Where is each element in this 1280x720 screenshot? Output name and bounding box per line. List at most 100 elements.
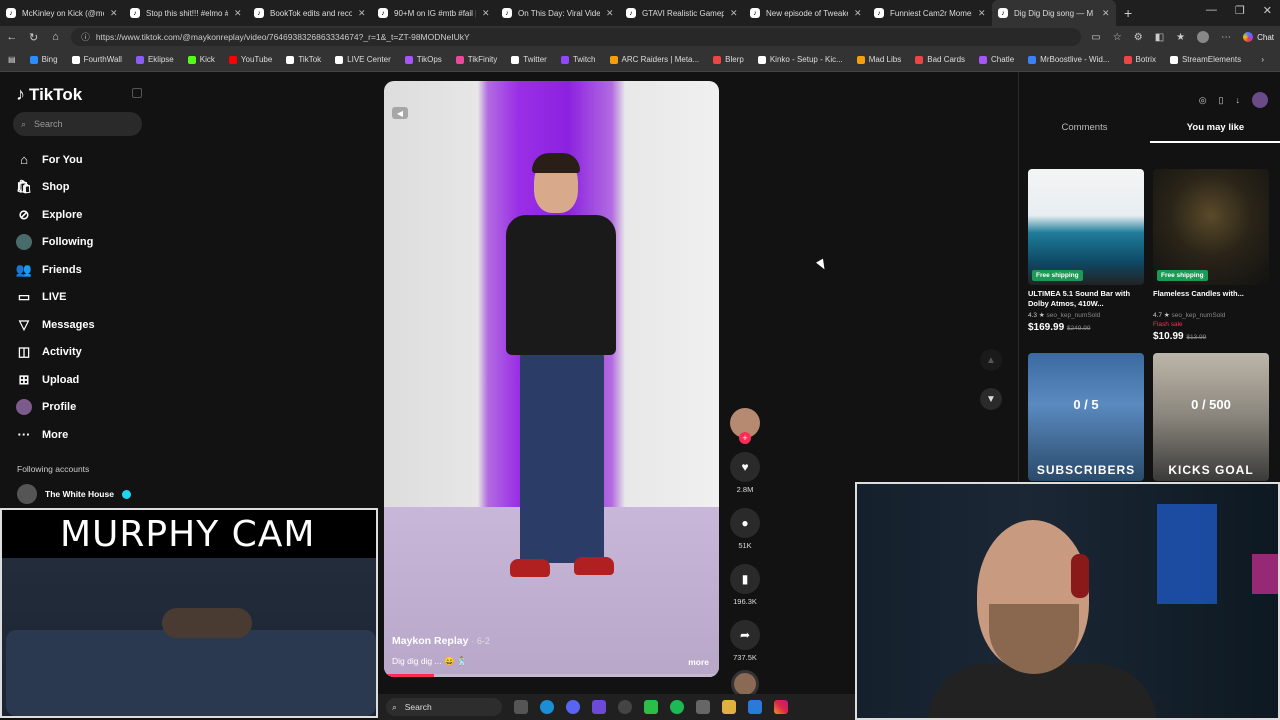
minimize-icon[interactable]: —	[1206, 4, 1217, 17]
bookmark-item[interactable]: Bing	[29, 55, 58, 64]
save-action[interactable]: ▮ 196.3K	[728, 564, 762, 606]
product-card[interactable]: Free shipping Flameless Candles with... …	[1153, 169, 1269, 342]
extensions-icon[interactable]: ⚙	[1134, 32, 1143, 43]
close-tab-icon[interactable]: ✕	[854, 8, 862, 19]
bookmark-item[interactable]: Botrix	[1123, 55, 1156, 64]
search-input[interactable]: ⌕ Search	[13, 112, 142, 136]
collections-icon[interactable]: ◧	[1155, 32, 1164, 43]
video-thumbnail[interactable]: 0 / 500 KICKS GOAL	[1153, 353, 1269, 481]
split-view-icon[interactable]: ▭	[1091, 32, 1100, 43]
browser-tab[interactable]: ♪ On This Day: Viral Video Ac ✕	[496, 0, 620, 26]
sidebar-item-profile[interactable]: Profile	[16, 394, 95, 422]
coin-icon[interactable]: ◎	[1199, 95, 1207, 106]
bookmark-item[interactable]: StreamElements	[1169, 55, 1241, 64]
file-explorer-icon[interactable]	[722, 700, 736, 714]
sidebar-item-live[interactable]: ▭ LIVE	[16, 284, 95, 312]
close-tab-icon[interactable]: ✕	[358, 8, 366, 19]
green-app-icon[interactable]	[644, 700, 658, 714]
browser-tab[interactable]: ♪ Funniest Cam2r Moments ✕	[868, 0, 992, 26]
menu-icon[interactable]: ⋯	[1221, 32, 1231, 43]
share-action[interactable]: ➦ 737.5K	[728, 620, 762, 662]
notepad-icon[interactable]	[748, 700, 762, 714]
video-more-link[interactable]: more	[688, 657, 709, 667]
device-icon[interactable]: ▯	[1219, 95, 1224, 106]
instagram-icon[interactable]	[774, 700, 788, 714]
close-tab-icon[interactable]: ✕	[482, 8, 490, 19]
bookmark-item[interactable]: TikOps	[404, 55, 442, 64]
bookmark-item[interactable]: Eklipse	[135, 55, 174, 64]
tab-comments[interactable]: Comments	[1019, 122, 1150, 143]
settings-icon[interactable]	[696, 700, 710, 714]
back-icon[interactable]: ←	[6, 31, 18, 43]
bookmark-item[interactable]: Kinko - Setup - Kic...	[757, 55, 843, 64]
bookmark-item[interactable]: Bad Cards	[915, 55, 965, 64]
video-thumbnail[interactable]: 0 / 5 SUBSCRIBERS	[1028, 353, 1144, 481]
video-author[interactable]: Maykon Replay · 6-2	[392, 635, 490, 647]
sidebar-item-following[interactable]: Following	[16, 229, 95, 257]
restore-icon[interactable]: ❐	[1235, 4, 1245, 17]
browser-tab[interactable]: ♪ BookTok edits and recomm ✕	[248, 0, 372, 26]
video-progress-bar[interactable]	[384, 674, 719, 677]
bookmark-item[interactable]: FourthWall	[71, 55, 122, 64]
bookmark-item[interactable]: Blerp	[713, 55, 744, 64]
app-grid-icon[interactable]	[592, 700, 606, 714]
sidebar-item-upload[interactable]: ⊞ Upload	[16, 366, 95, 394]
sidebar-item-more[interactable]: ··· More	[16, 421, 95, 449]
bookmark-item[interactable]: YouTube	[228, 55, 272, 64]
next-video-button[interactable]: ▼	[980, 388, 1002, 410]
sidebar-item-explore[interactable]: ⊘ Explore	[16, 201, 95, 229]
browser-tab[interactable]: ♪ New episode of Tweaker S ✕	[744, 0, 868, 26]
download-icon[interactable]: ↓	[1236, 95, 1241, 105]
browser-tab[interactable]: ♪ McKinley on Kick (@mckin ✕	[0, 0, 124, 26]
bookmark-item[interactable]: LIVE Center	[335, 55, 391, 64]
bookmark-item[interactable]: Twitch	[560, 55, 596, 64]
product-card[interactable]: Free shipping ULTIMEA 5.1 Sound Bar with…	[1028, 169, 1144, 333]
comment-action[interactable]: ● 51K	[728, 508, 762, 550]
site-info-icon[interactable]: ⓘ	[81, 31, 90, 43]
bookmark-menu-icon[interactable]: ▤	[8, 55, 16, 64]
previous-video-button[interactable]: ▲	[980, 349, 1002, 371]
sidebar-item-messages[interactable]: ▽ Messages	[16, 311, 95, 339]
bookmark-item[interactable]: Mad Libs	[856, 55, 901, 64]
task-view-icon[interactable]	[514, 700, 528, 714]
close-tab-icon[interactable]: ✕	[978, 8, 986, 19]
close-tab-icon[interactable]: ✕	[110, 8, 118, 19]
new-tab-button[interactable]: +	[1116, 5, 1140, 21]
bookmark-item[interactable]: TikTok	[286, 55, 321, 64]
creator-avatar[interactable]: +	[730, 408, 760, 444]
user-avatar[interactable]	[1252, 92, 1268, 108]
bookmarks-overflow-icon[interactable]: ›	[1261, 55, 1280, 64]
following-account-item[interactable]: The White House	[17, 484, 131, 504]
edge-icon[interactable]	[540, 700, 554, 714]
close-tab-icon[interactable]: ✕	[606, 8, 614, 19]
bookmark-item[interactable]: Kick	[187, 55, 215, 64]
bookmark-item[interactable]: Chatle	[979, 55, 1014, 64]
close-tab-icon[interactable]: ✕	[1102, 8, 1110, 19]
reload-icon[interactable]: ↻	[28, 31, 40, 44]
sidebar-item-friends[interactable]: 👥 Friends	[16, 256, 95, 284]
home-icon[interactable]: ⌂	[50, 31, 62, 43]
follow-plus-icon[interactable]: +	[739, 432, 751, 444]
browser-tab[interactable]: ♪ GTAVI Realistic Gameplay ✕	[620, 0, 744, 26]
profile-avatar[interactable]	[1197, 31, 1210, 43]
chat-button[interactable]: Chat	[1243, 32, 1274, 42]
bookmark-item[interactable]: ARC Raiders | Meta...	[609, 55, 699, 64]
sidebar-item-for-you[interactable]: ⌂ For You	[16, 146, 95, 174]
close-tab-icon[interactable]: ✕	[730, 8, 738, 19]
sidebar-item-activity[interactable]: ◫ Activity	[16, 339, 95, 367]
bookmark-item[interactable]: MrBoostlive - Wid...	[1028, 55, 1110, 64]
video-player[interactable]: ◀ Maykon Replay · 6-2 Dig dig dig ... 😄 …	[384, 81, 719, 677]
collapse-sidebar-icon[interactable]	[132, 88, 142, 98]
url-field[interactable]: ⓘ https://www.tiktok.com/@maykonreplay/v…	[71, 28, 1082, 46]
tiktok-logo[interactable]: ♪ TikTok	[16, 84, 82, 105]
spotify-icon[interactable]	[670, 700, 684, 714]
browser-tab[interactable]: ♪ 90+M on IG #mtb #fail | m ✕	[372, 0, 496, 26]
mute-icon[interactable]: ◀	[392, 107, 408, 119]
obs-icon[interactable]	[618, 700, 632, 714]
favorites-icon[interactable]: ☆	[1113, 32, 1122, 43]
close-tab-icon[interactable]: ✕	[234, 8, 242, 19]
browser-tab[interactable]: ♪ Stop this shit!!! #elmo #fyp ✕	[124, 0, 248, 26]
star-icon[interactable]: ★	[1176, 32, 1185, 43]
bookmark-item[interactable]: Twitter	[511, 55, 547, 64]
discord-icon[interactable]	[566, 700, 580, 714]
